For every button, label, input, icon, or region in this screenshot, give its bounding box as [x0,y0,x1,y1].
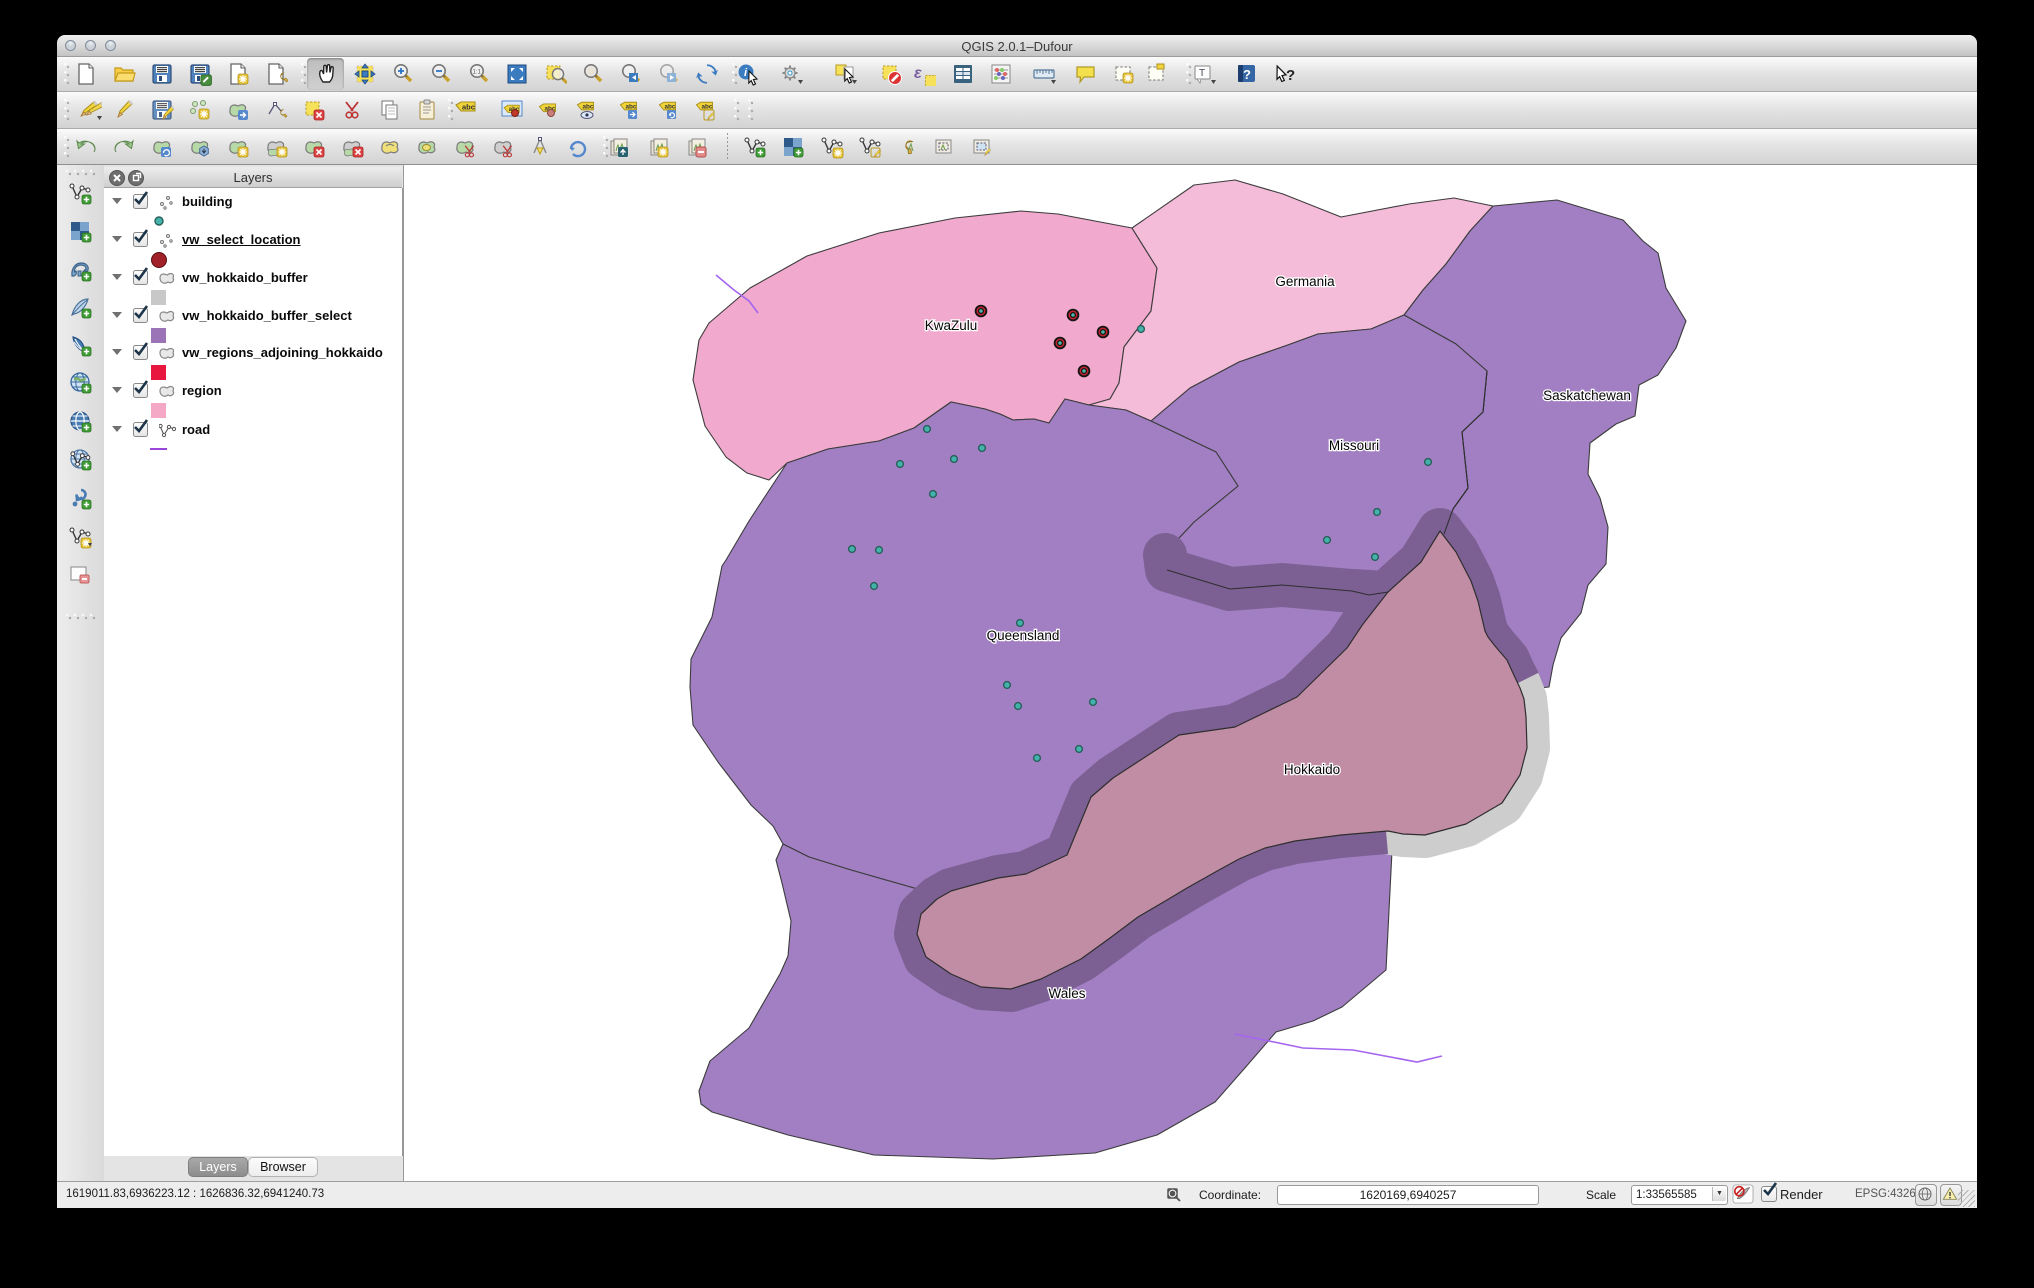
svg-text:Hokkaido: Hokkaido [1284,762,1340,777]
svg-text:KwaZulu: KwaZulu [925,318,978,333]
svg-text:T: T [1199,68,1205,79]
svg-text:1:1: 1:1 [473,70,482,76]
svg-text:?: ? [1286,67,1295,84]
svg-text:?: ? [1243,67,1251,82]
svg-text:Missouri: Missouri [1329,438,1379,453]
svg-text:Wales: Wales [1048,986,1085,1001]
svg-text:ε: ε [914,65,922,82]
svg-text:Germania: Germania [1275,274,1335,289]
svg-text:Queensland: Queensland [987,628,1060,643]
svg-text:Saskatchewan: Saskatchewan [1543,388,1631,403]
